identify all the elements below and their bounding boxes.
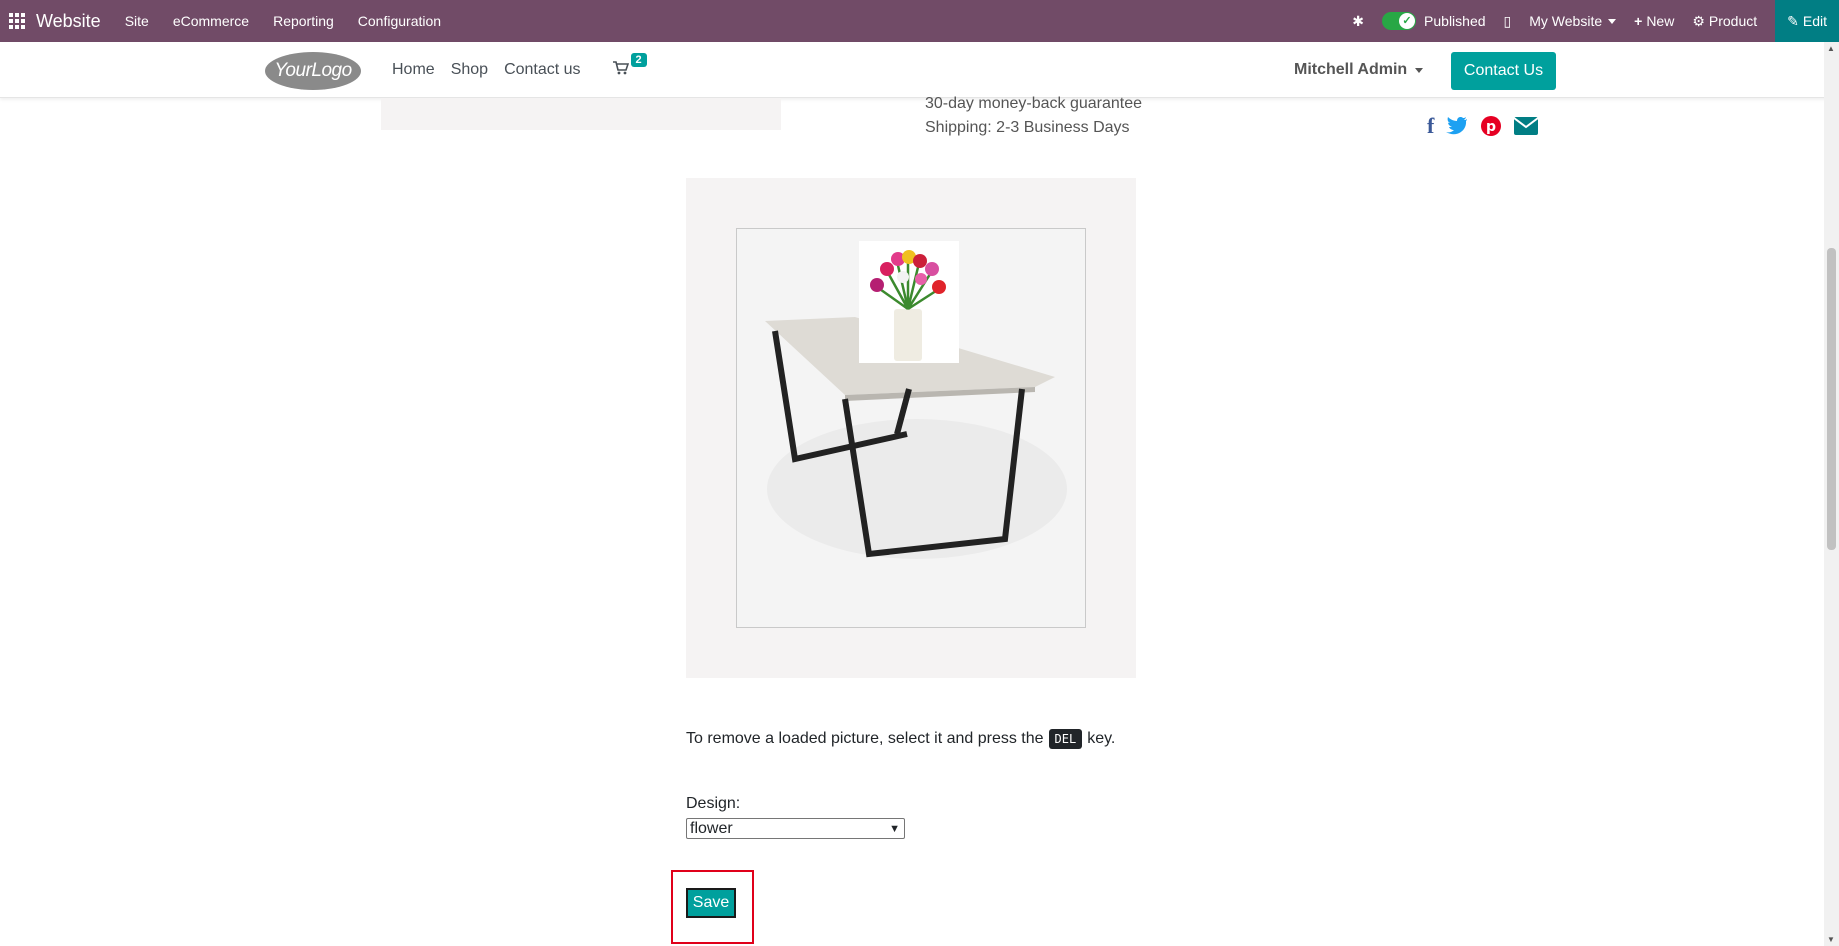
- menu-configuration[interactable]: Configuration: [358, 13, 441, 29]
- published-label: Published: [1424, 13, 1486, 29]
- new-label: New: [1646, 13, 1675, 29]
- chevron-down-icon: ▼: [889, 823, 900, 835]
- site-logo[interactable]: YourLogo: [265, 52, 361, 90]
- scrollbar-thumb[interactable]: [1827, 248, 1836, 550]
- hint-text-before: To remove a loaded picture, select it an…: [686, 730, 1044, 747]
- email-icon[interactable]: [1514, 117, 1539, 135]
- pinterest-icon[interactable]: p: [1480, 115, 1502, 137]
- svg-text:p: p: [1486, 119, 1496, 135]
- admin-topbar: Website Site eCommerce Reporting Configu…: [0, 0, 1839, 42]
- product-label: Product: [1708, 13, 1758, 29]
- chevron-down-icon: [1415, 67, 1424, 73]
- edit-label: Edit: [1802, 13, 1827, 29]
- menu-reporting[interactable]: Reporting: [273, 13, 334, 29]
- save-button[interactable]: Save: [686, 888, 736, 918]
- product-button[interactable]: ⚙ Product: [1692, 13, 1757, 30]
- cart-count-badge: 2: [630, 52, 647, 67]
- hint-text-after: key.: [1087, 730, 1116, 747]
- page-scrollbar[interactable]: ▲ ▼: [1824, 42, 1839, 946]
- menu-ecommerce[interactable]: eCommerce: [173, 13, 249, 29]
- app-brand[interactable]: Website: [36, 11, 101, 32]
- nav-home[interactable]: Home: [392, 61, 435, 79]
- main-nav: Home Shop Contact us 2: [392, 42, 647, 98]
- product-image-canvas[interactable]: [736, 228, 1086, 628]
- product-image-container: [686, 178, 1136, 678]
- site-header: YourLogo Home Shop Contact us 2 Mitchell…: [0, 42, 1839, 98]
- chevron-down-icon: [1608, 18, 1617, 24]
- website-switcher-label: My Website: [1529, 13, 1603, 29]
- design-select-value: flower: [690, 819, 733, 837]
- shipping-text: Shipping: 2-3 Business Days: [925, 119, 1130, 136]
- published-toggle[interactable]: Published: [1382, 12, 1486, 30]
- design-label: Design:: [686, 795, 741, 812]
- share-links: f p: [1427, 113, 1539, 139]
- apps-grid-icon: [9, 13, 25, 29]
- scroll-down-arrow-icon[interactable]: ▼: [1827, 935, 1835, 944]
- debug-bug-icon[interactable]: ✱: [1352, 13, 1364, 30]
- user-menu[interactable]: Mitchell Admin: [1294, 42, 1424, 98]
- design-select[interactable]: flower ▼: [686, 818, 905, 839]
- product-info: 30-day money-back guarantee Shipping: 2-…: [925, 92, 1142, 140]
- del-key-badge: DEL: [1048, 729, 1083, 749]
- product-gallery-panel: [381, 98, 781, 130]
- toggle-switch-icon: [1382, 12, 1417, 30]
- cart-icon: [612, 60, 629, 74]
- scroll-up-arrow-icon[interactable]: ▲: [1827, 44, 1835, 53]
- twitter-icon[interactable]: [1446, 117, 1468, 135]
- plus-icon: +: [1634, 13, 1643, 29]
- nav-shop[interactable]: Shop: [451, 61, 488, 79]
- facebook-icon[interactable]: f: [1427, 113, 1434, 139]
- user-name: Mitchell Admin: [1294, 61, 1408, 78]
- nav-contact-us[interactable]: Contact us: [504, 61, 580, 79]
- edit-button[interactable]: ✎ Edit: [1775, 0, 1839, 42]
- cart-link[interactable]: 2: [612, 52, 647, 80]
- gear-icon: ⚙: [1692, 12, 1705, 29]
- mobile-preview-icon[interactable]: ▯: [1504, 13, 1512, 30]
- apps-menu-button[interactable]: [0, 0, 34, 42]
- remove-picture-hint: To remove a loaded picture, select it an…: [686, 729, 1115, 749]
- menu-site[interactable]: Site: [125, 13, 149, 29]
- new-button[interactable]: + New: [1634, 13, 1674, 29]
- guarantee-text: 30-day money-back guarantee: [925, 95, 1143, 112]
- website-switcher[interactable]: My Website: [1529, 13, 1617, 29]
- pencil-icon: ✎: [1787, 12, 1799, 29]
- contact-us-button[interactable]: Contact Us: [1451, 52, 1556, 90]
- table-with-flowers-image: [765, 241, 1067, 559]
